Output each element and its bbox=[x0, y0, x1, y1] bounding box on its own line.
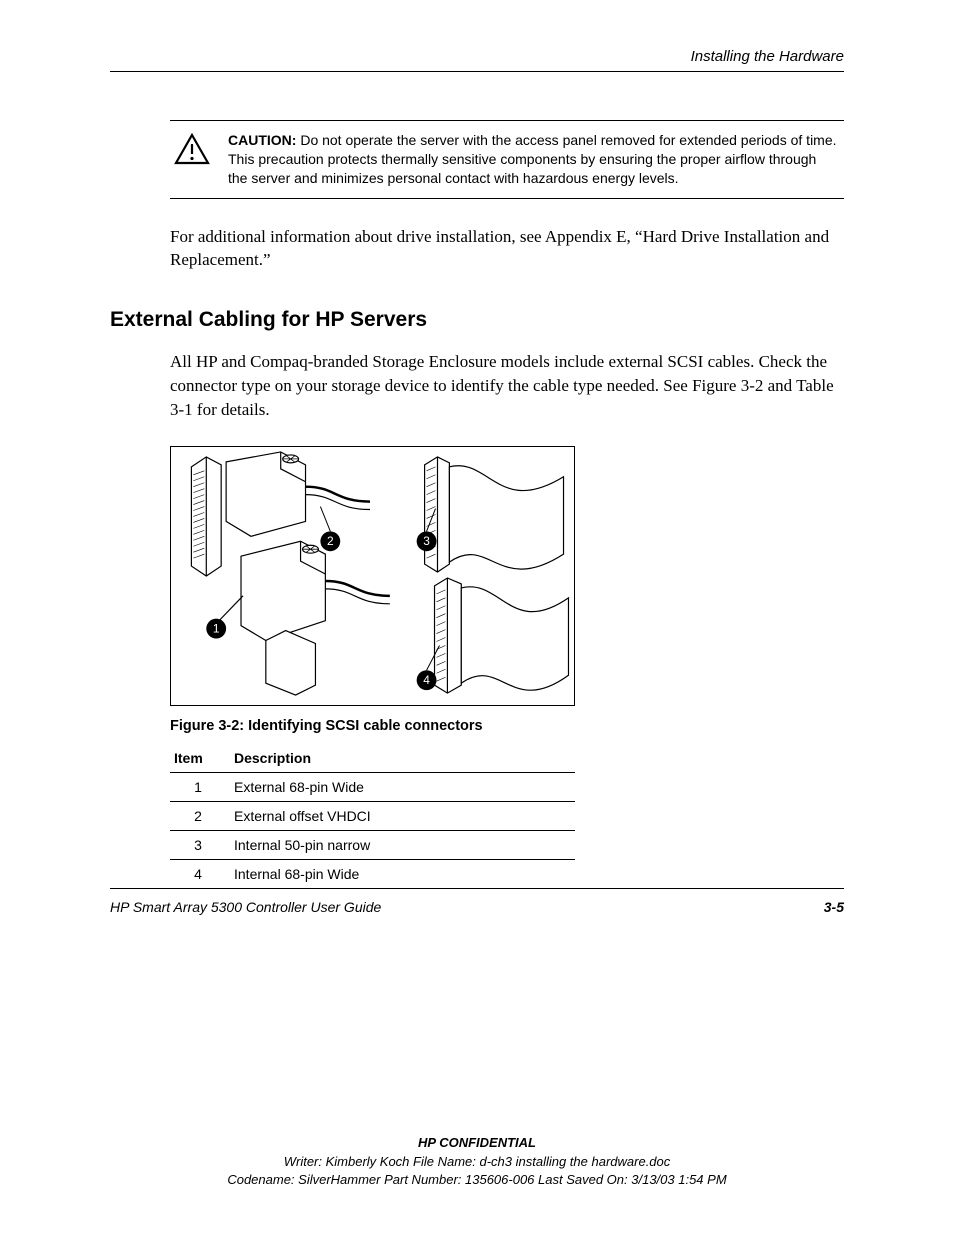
footer-guide-title: HP Smart Array 5300 Controller User Guid… bbox=[110, 899, 381, 915]
table-cell-item: 4 bbox=[170, 859, 226, 888]
confidential-title: HP CONFIDENTIAL bbox=[0, 1134, 954, 1152]
table-cell-desc: Internal 50-pin narrow bbox=[226, 830, 575, 859]
caution-label: CAUTION: bbox=[228, 132, 296, 148]
figure-region: 1 2 3 4 Figure 3-2: Identifying SCSI cab… bbox=[170, 446, 844, 889]
table-row: 1 External 68-pin Wide bbox=[170, 772, 575, 801]
confidential-line-2: Codename: SilverHammer Part Number: 1356… bbox=[0, 1171, 954, 1189]
caution-text: CAUTION: Do not operate the server with … bbox=[228, 131, 838, 188]
caution-triangle-icon bbox=[170, 131, 214, 188]
caution-body: Do not operate the server with the acces… bbox=[228, 132, 837, 186]
table-cell-desc: External 68-pin Wide bbox=[226, 772, 575, 801]
footer-page-number: 3-5 bbox=[824, 899, 844, 915]
figure-caption: Figure 3-2: Identifying SCSI cable conne… bbox=[170, 718, 844, 734]
confidential-block: HP CONFIDENTIAL Writer: Kimberly Koch Fi… bbox=[0, 1134, 954, 1189]
connector-table: Item Description 1 External 68-pin Wide … bbox=[170, 744, 575, 889]
table-row: 4 Internal 68-pin Wide bbox=[170, 859, 575, 888]
body-paragraph-2: All HP and Compaq-branded Storage Enclos… bbox=[170, 350, 844, 421]
body-paragraph-1: For additional information about drive i… bbox=[170, 225, 844, 273]
figure-callout-1: 1 bbox=[213, 621, 220, 635]
section-heading: External Cabling for HP Servers bbox=[110, 308, 844, 332]
figure-image: 1 2 3 4 bbox=[170, 446, 575, 706]
figure-callout-4: 4 bbox=[423, 673, 430, 687]
table-header-desc: Description bbox=[226, 744, 575, 773]
page-footer: HP Smart Array 5300 Controller User Guid… bbox=[110, 888, 844, 915]
table-row: 2 External offset VHDCI bbox=[170, 801, 575, 830]
table-cell-desc: Internal 68-pin Wide bbox=[226, 859, 575, 888]
table-cell-item: 2 bbox=[170, 801, 226, 830]
table-cell-item: 3 bbox=[170, 830, 226, 859]
table-cell-desc: External offset VHDCI bbox=[226, 801, 575, 830]
caution-box: CAUTION: Do not operate the server with … bbox=[170, 120, 844, 199]
table-header-item: Item bbox=[170, 744, 226, 773]
running-header: Installing the Hardware bbox=[110, 48, 844, 72]
table-cell-item: 1 bbox=[170, 772, 226, 801]
figure-callout-3: 3 bbox=[423, 534, 430, 548]
confidential-line-1: Writer: Kimberly Koch File Name: d-ch3 i… bbox=[0, 1153, 954, 1171]
figure-callout-2: 2 bbox=[327, 534, 334, 548]
table-row: 3 Internal 50-pin narrow bbox=[170, 830, 575, 859]
